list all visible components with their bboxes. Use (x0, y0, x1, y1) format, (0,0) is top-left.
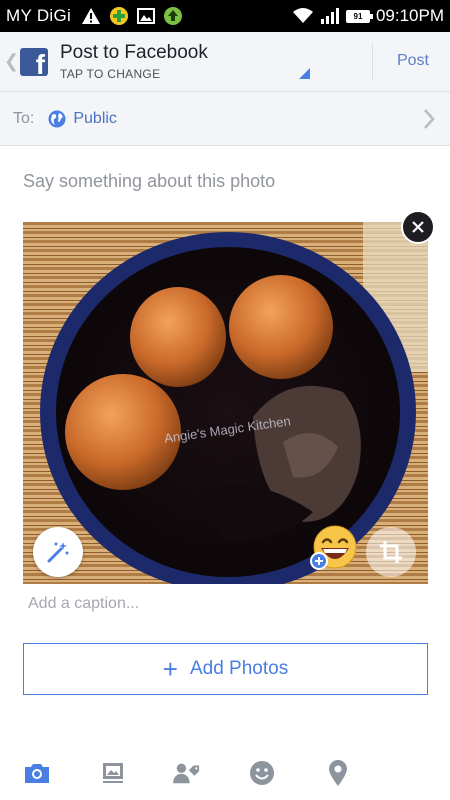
facebook-logo-icon: f (20, 47, 48, 76)
tap-to-change-label: TAP TO CHANGE (60, 66, 161, 81)
header-divider (372, 44, 373, 80)
laughing-emoji-icon (310, 525, 357, 570)
feeling-button[interactable] (248, 759, 276, 787)
signal-icon (320, 8, 339, 24)
image-notification-icon (137, 8, 156, 24)
camera-icon (25, 764, 49, 783)
magic-wand-icon (47, 542, 69, 563)
crop-button[interactable] (366, 527, 416, 577)
status-text-field[interactable]: Say something about this photo (23, 171, 275, 192)
app-notification-icon (110, 7, 129, 25)
camera-button[interactable] (23, 759, 51, 787)
attached-photo[interactable]: Angie's Magic Kitchen (23, 222, 428, 584)
audience-selector[interactable]: To: Public (0, 92, 450, 146)
tag-people-button[interactable] (173, 759, 201, 787)
audience-value: Public (73, 109, 117, 127)
chevron-right-icon (424, 109, 435, 129)
photo-image: Angie's Magic Kitchen (23, 222, 428, 584)
add-photos-label: Add Photos (189, 658, 289, 679)
caption-field[interactable]: Add a caption... (28, 595, 139, 613)
tag-people-icon (173, 763, 200, 784)
upload-icon (164, 7, 183, 25)
share-header: ❮ f Post to Facebook TAP TO CHANGE Post (0, 32, 450, 92)
post-button[interactable]: Post (397, 52, 429, 70)
add-photos-button[interactable]: + Add Photos (23, 643, 428, 695)
to-label: To: (13, 109, 35, 127)
clock: 09:10PM (375, 6, 444, 25)
add-sticker-button[interactable] (310, 524, 360, 574)
status-right: 91 09:10PM (292, 6, 444, 26)
close-icon (412, 221, 424, 233)
album-button[interactable] (99, 759, 127, 787)
wifi-icon (292, 8, 313, 23)
dropdown-corner-icon (299, 67, 310, 79)
battery-icon: 91 (345, 9, 373, 23)
status-bar: MY DiGi 91 09:10PM (0, 0, 450, 32)
feeling-icon (250, 761, 274, 785)
magic-wand-button[interactable] (33, 527, 83, 577)
warning-icon (82, 8, 101, 24)
page-title: Post to Facebook (60, 41, 208, 63)
crop-icon (380, 541, 402, 563)
globe-icon (48, 110, 66, 127)
plus-icon: + (162, 654, 178, 684)
remove-photo-button[interactable] (401, 210, 435, 244)
carrier-name: MY DiGi (6, 6, 72, 25)
album-icon (103, 763, 123, 783)
back-chevron-icon[interactable]: ❮ (4, 51, 19, 72)
destination-selector[interactable]: Post to Facebook TAP TO CHANGE (60, 32, 450, 92)
screen: MY DiGi 91 09:10PM ❮ f Post to Facebook … (0, 0, 450, 800)
notification-icons (81, 6, 183, 26)
location-icon (329, 760, 347, 786)
location-button[interactable] (324, 759, 352, 787)
composer-toolbar (0, 745, 450, 800)
